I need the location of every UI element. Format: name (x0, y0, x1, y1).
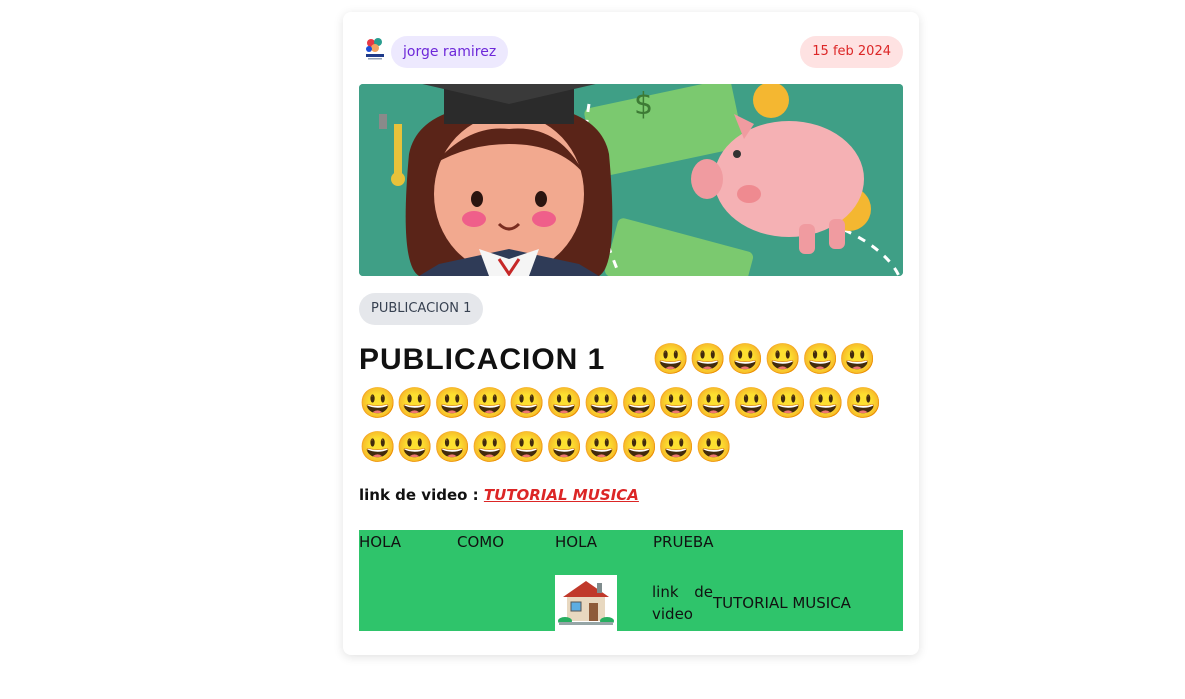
table-header-cell: COMO (457, 533, 505, 551)
house-thumbnail (555, 575, 617, 631)
house-icon (558, 581, 614, 625)
video-link-label: link de video : (359, 486, 479, 504)
post-title: PUBLICACION 1 😃😃😃😃😃😃😃😃😃😃😃😃😃😃😃😃😃😃😃😃😃😃😃😃😃😃… (359, 338, 907, 470)
post-card: jorge ramirez 15 feb 2024 $ PUBLICACION … (343, 12, 919, 655)
content-table: HOLA COMO HOLA PRUEBA link de video TUTO… (359, 530, 903, 631)
table-video-label: link de video (652, 583, 713, 623)
category-tag[interactable]: PUBLICACION 1 (359, 293, 484, 325)
author-badge[interactable]: jorge ramirez (391, 36, 509, 68)
svg-text:$: $ (634, 87, 653, 122)
table-header-cell: HOLA (359, 533, 402, 551)
post-header: jorge ramirez 15 feb 2024 (359, 36, 903, 68)
table-video-link[interactable]: TUTORIAL MUSICA (713, 594, 851, 612)
table-header-cell: HOLA (555, 533, 598, 551)
post-title-text: PUBLICACION 1 (359, 343, 606, 376)
table-header-cell: PRUEBA (653, 533, 714, 551)
post-cover-image: $ (359, 84, 903, 276)
date-badge: 15 feb 2024 (800, 36, 903, 68)
video-link-row: link de video : TUTORIAL MUSICA (359, 486, 639, 504)
graduate-piggybank-illustration: $ (359, 84, 903, 276)
cobach-logo-icon (363, 36, 387, 62)
video-link[interactable]: TUTORIAL MUSICA (484, 486, 639, 504)
